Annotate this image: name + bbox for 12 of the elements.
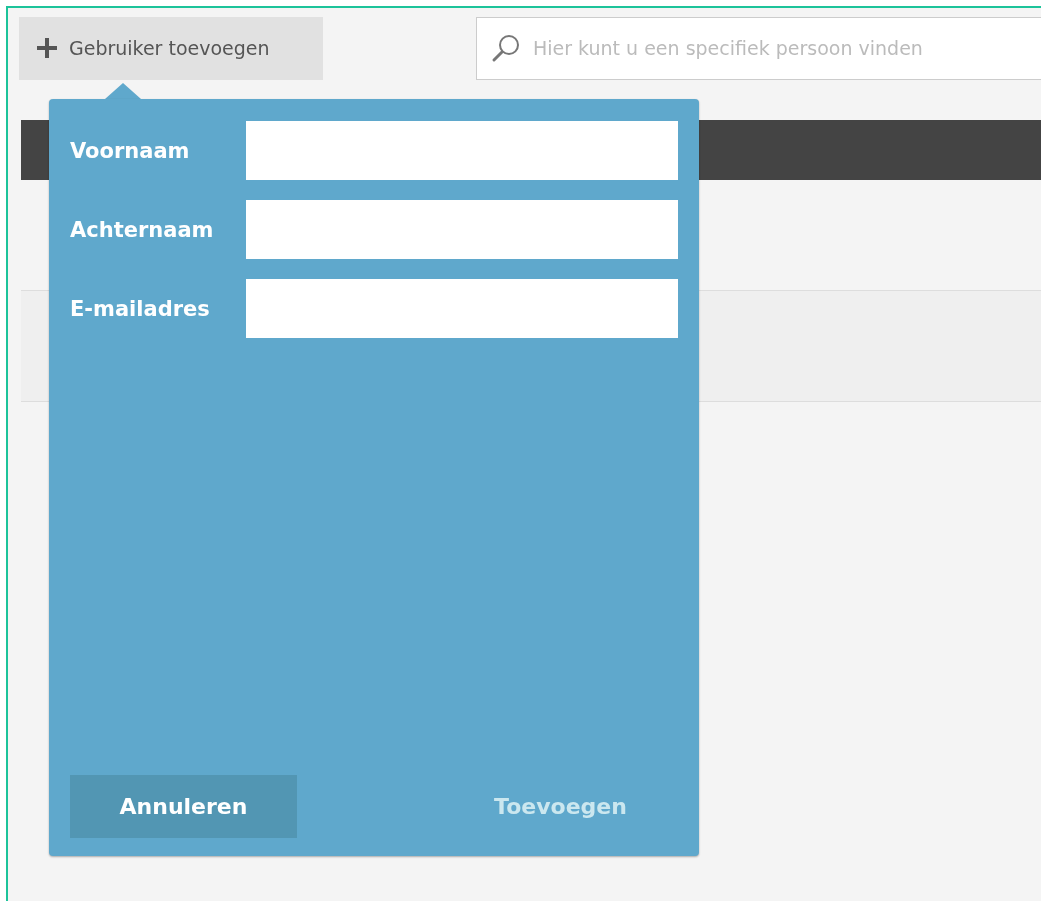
field-label: E-mailadres [70,296,211,321]
search-field[interactable]: Hier kunt u een specifiek persoon vinden [476,16,1041,80]
input-field[interactable] [246,279,678,338]
field-label: Achternaam [70,217,215,242]
search-icon [491,33,521,63]
search-input[interactable]: Hier kunt u een specifiek persoon vinden [531,36,1027,60]
field-label: Voornaam [70,138,191,163]
input-field[interactable] [246,200,678,259]
plus-icon [37,38,57,58]
input-field[interactable] [246,121,678,180]
cancel-button[interactable]: Annuleren [70,775,297,838]
add-user-button[interactable]: Gebruiker toevoegen [19,16,323,80]
